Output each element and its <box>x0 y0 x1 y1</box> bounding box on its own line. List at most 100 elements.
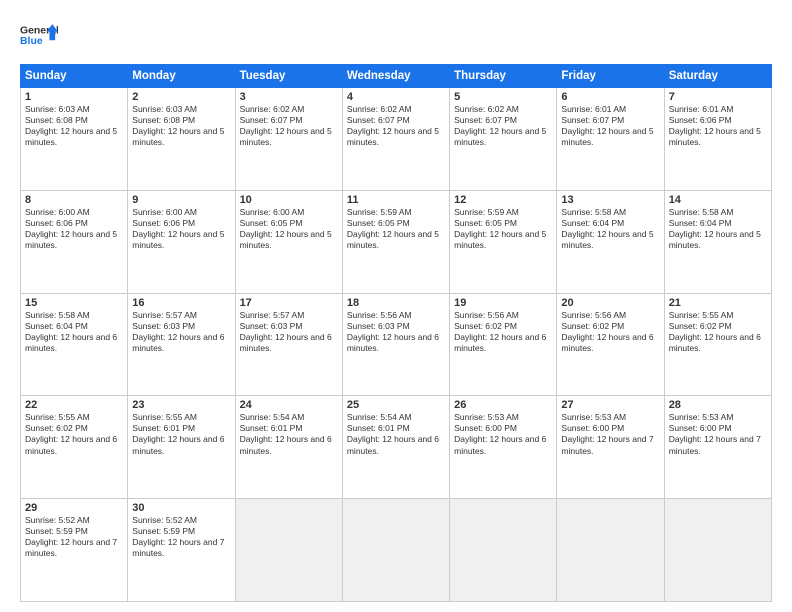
header-thursday: Thursday <box>450 65 557 88</box>
day-number: 20 <box>561 297 659 309</box>
day-info: Sunrise: 5:55 AMSunset: 6:01 PMDaylight:… <box>132 412 230 456</box>
day-info: Sunrise: 5:58 AMSunset: 6:04 PMDaylight:… <box>561 207 659 251</box>
calendar-cell: 9Sunrise: 6:00 AMSunset: 6:06 PMDaylight… <box>128 190 235 293</box>
day-number: 5 <box>454 91 552 103</box>
calendar-cell <box>342 499 449 602</box>
calendar-cell: 29Sunrise: 5:52 AMSunset: 5:59 PMDayligh… <box>21 499 128 602</box>
day-info: Sunrise: 6:00 AMSunset: 6:06 PMDaylight:… <box>132 207 230 251</box>
day-number: 9 <box>132 194 230 206</box>
day-number: 6 <box>561 91 659 103</box>
calendar-cell: 30Sunrise: 5:52 AMSunset: 5:59 PMDayligh… <box>128 499 235 602</box>
day-info: Sunrise: 5:57 AMSunset: 6:03 PMDaylight:… <box>132 310 230 354</box>
calendar-week-2: 8Sunrise: 6:00 AMSunset: 6:06 PMDaylight… <box>21 190 772 293</box>
day-number: 23 <box>132 399 230 411</box>
calendar-week-3: 15Sunrise: 5:58 AMSunset: 6:04 PMDayligh… <box>21 293 772 396</box>
calendar-cell: 23Sunrise: 5:55 AMSunset: 6:01 PMDayligh… <box>128 396 235 499</box>
calendar-week-1: 1 Sunrise: 6:03 AMSunset: 6:08 PMDaylight… <box>21 88 772 191</box>
day-number: 10 <box>240 194 338 206</box>
day-info: Sunrise: 5:55 AMSunset: 6:02 PMDaylight:… <box>25 412 123 456</box>
day-number: 15 <box>25 297 123 309</box>
calendar-week-4: 22Sunrise: 5:55 AMSunset: 6:02 PMDayligh… <box>21 396 772 499</box>
day-info: Sunrise: 5:58 AMSunset: 6:04 PMDaylight:… <box>25 310 123 354</box>
calendar-cell: 11Sunrise: 5:59 AMSunset: 6:05 PMDayligh… <box>342 190 449 293</box>
day-number: 8 <box>25 194 123 206</box>
day-number: 24 <box>240 399 338 411</box>
day-info: Sunrise: 6:03 AMSunset: 6:08 PMDaylight:… <box>132 104 230 148</box>
day-info: Sunrise: 6:02 AMSunset: 6:07 PMDaylight:… <box>240 104 338 148</box>
day-number: 1 <box>25 91 123 103</box>
day-info: Sunrise: 5:57 AMSunset: 6:03 PMDaylight:… <box>240 310 338 354</box>
day-number: 12 <box>454 194 552 206</box>
day-info: Sunrise: 5:54 AMSunset: 6:01 PMDaylight:… <box>240 412 338 456</box>
day-info: Sunrise: 6:02 AMSunset: 6:07 PMDaylight:… <box>347 104 445 148</box>
day-info: Sunrise: 5:54 AMSunset: 6:01 PMDaylight:… <box>347 412 445 456</box>
day-number: 29 <box>25 502 123 514</box>
calendar-cell <box>450 499 557 602</box>
day-info: Sunrise: 5:53 AMSunset: 6:00 PMDaylight:… <box>454 412 552 456</box>
day-info: Sunrise: 5:56 AMSunset: 6:02 PMDaylight:… <box>561 310 659 354</box>
day-info: Sunrise: 6:00 AMSunset: 6:05 PMDaylight:… <box>240 207 338 251</box>
calendar-cell: 3Sunrise: 6:02 AMSunset: 6:07 PMDaylight… <box>235 88 342 191</box>
day-number: 30 <box>132 502 230 514</box>
header-tuesday: Tuesday <box>235 65 342 88</box>
day-info: Sunrise: 5:56 AMSunset: 6:02 PMDaylight:… <box>454 310 552 354</box>
calendar-cell: 26Sunrise: 5:53 AMSunset: 6:00 PMDayligh… <box>450 396 557 499</box>
calendar-cell <box>664 499 771 602</box>
day-number: 28 <box>669 399 767 411</box>
day-number: 11 <box>347 194 445 206</box>
calendar-cell: 17Sunrise: 5:57 AMSunset: 6:03 PMDayligh… <box>235 293 342 396</box>
day-info: Sunrise: 6:01 AMSunset: 6:07 PMDaylight:… <box>561 104 659 148</box>
day-number: 16 <box>132 297 230 309</box>
day-info: Sunrise: 5:52 AMSunset: 5:59 PMDaylight:… <box>25 515 123 559</box>
logo: General Blue <box>20 16 58 54</box>
logo-svg: General Blue <box>20 16 58 54</box>
calendar-week-5: 29Sunrise: 5:52 AMSunset: 5:59 PMDayligh… <box>21 499 772 602</box>
calendar-cell: 27Sunrise: 5:53 AMSunset: 6:00 PMDayligh… <box>557 396 664 499</box>
day-number: 13 <box>561 194 659 206</box>
day-info: Sunrise: 5:59 AMSunset: 6:05 PMDaylight:… <box>454 207 552 251</box>
calendar-body: 1 Sunrise: 6:03 AMSunset: 6:08 PMDaylight… <box>21 88 772 602</box>
day-number: 21 <box>669 297 767 309</box>
day-info: Sunrise: 5:56 AMSunset: 6:03 PMDaylight:… <box>347 310 445 354</box>
calendar-cell <box>235 499 342 602</box>
day-number: 22 <box>25 399 123 411</box>
day-number: 7 <box>669 91 767 103</box>
calendar-cell: 10Sunrise: 6:00 AMSunset: 6:05 PMDayligh… <box>235 190 342 293</box>
day-number: 2 <box>132 91 230 103</box>
day-info: Sunrise: 5:53 AMSunset: 6:00 PMDaylight:… <box>669 412 767 456</box>
header-wednesday: Wednesday <box>342 65 449 88</box>
day-info: Sunrise: 5:52 AMSunset: 5:59 PMDaylight:… <box>132 515 230 559</box>
calendar-cell: 16Sunrise: 5:57 AMSunset: 6:03 PMDayligh… <box>128 293 235 396</box>
calendar-cell: 1Sunrise: 6:03 AMSunset: 6:08 PMDaylight… <box>21 88 128 191</box>
calendar-header-row: SundayMondayTuesdayWednesdayThursdayFrid… <box>21 65 772 88</box>
svg-text:Blue: Blue <box>20 36 43 47</box>
calendar-cell: 20Sunrise: 5:56 AMSunset: 6:02 PMDayligh… <box>557 293 664 396</box>
header-saturday: Saturday <box>664 65 771 88</box>
calendar-cell: 4Sunrise: 6:02 AMSunset: 6:07 PMDaylight… <box>342 88 449 191</box>
day-info: Sunrise: 5:55 AMSunset: 6:02 PMDaylight:… <box>669 310 767 354</box>
calendar-cell: 6Sunrise: 6:01 AMSunset: 6:07 PMDaylight… <box>557 88 664 191</box>
day-number: 26 <box>454 399 552 411</box>
header-sunday: Sunday <box>21 65 128 88</box>
calendar-cell: 22Sunrise: 5:55 AMSunset: 6:02 PMDayligh… <box>21 396 128 499</box>
calendar-cell: 12Sunrise: 5:59 AMSunset: 6:05 PMDayligh… <box>450 190 557 293</box>
day-number: 4 <box>347 91 445 103</box>
header-monday: Monday <box>128 65 235 88</box>
day-number: 25 <box>347 399 445 411</box>
calendar-cell: 21Sunrise: 5:55 AMSunset: 6:02 PMDayligh… <box>664 293 771 396</box>
day-number: 3 <box>240 91 338 103</box>
calendar-cell: 8Sunrise: 6:00 AMSunset: 6:06 PMDaylight… <box>21 190 128 293</box>
calendar-cell: 14Sunrise: 5:58 AMSunset: 6:04 PMDayligh… <box>664 190 771 293</box>
calendar-cell: 7Sunrise: 6:01 AMSunset: 6:06 PMDaylight… <box>664 88 771 191</box>
calendar-cell <box>557 499 664 602</box>
calendar-table: SundayMondayTuesdayWednesdayThursdayFrid… <box>20 64 772 602</box>
header-friday: Friday <box>557 65 664 88</box>
calendar-cell: 24Sunrise: 5:54 AMSunset: 6:01 PMDayligh… <box>235 396 342 499</box>
day-info: Sunrise: 6:00 AMSunset: 6:06 PMDaylight:… <box>25 207 123 251</box>
day-number: 17 <box>240 297 338 309</box>
calendar-cell: 13Sunrise: 5:58 AMSunset: 6:04 PMDayligh… <box>557 190 664 293</box>
calendar-cell: 18Sunrise: 5:56 AMSunset: 6:03 PMDayligh… <box>342 293 449 396</box>
day-number: 14 <box>669 194 767 206</box>
calendar-cell: 28Sunrise: 5:53 AMSunset: 6:00 PMDayligh… <box>664 396 771 499</box>
day-number: 27 <box>561 399 659 411</box>
